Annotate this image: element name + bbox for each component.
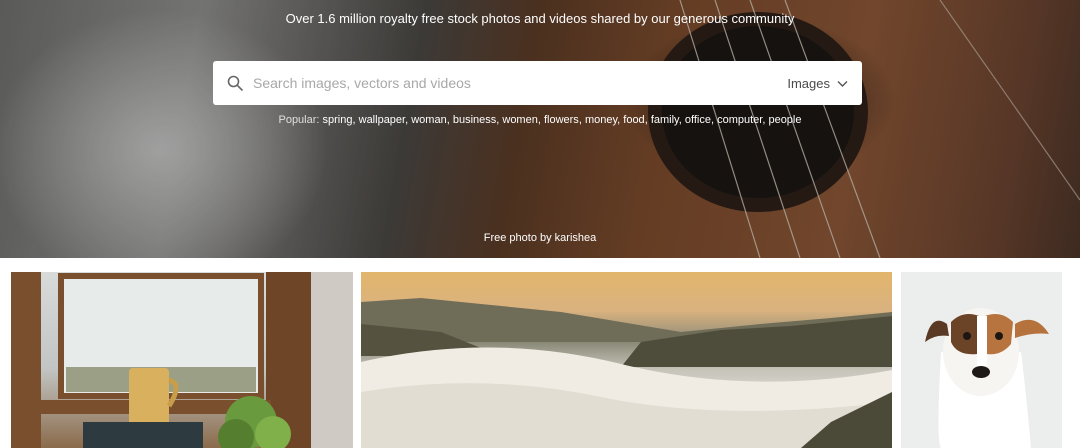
- popular-tag-wallpaper[interactable]: wallpaper: [359, 114, 405, 126]
- popular-label: Popular:: [278, 114, 320, 126]
- popular-tag-business[interactable]: business: [453, 114, 496, 126]
- misty-mountains-photo: [361, 298, 892, 448]
- popular-tag-women[interactable]: women: [502, 114, 537, 126]
- search-bar: Images: [213, 61, 862, 105]
- popular-tag-money[interactable]: money: [585, 114, 617, 126]
- search-icon[interactable]: [227, 75, 243, 91]
- media-type-dropdown[interactable]: Images: [787, 76, 848, 91]
- popular-tag-computer[interactable]: computer: [717, 114, 762, 126]
- popular-tag-food[interactable]: food: [623, 114, 644, 126]
- search-input[interactable]: [253, 75, 788, 91]
- photo-tile-dog[interactable]: [901, 272, 1062, 448]
- media-type-label: Images: [787, 75, 830, 91]
- popular-tag-office[interactable]: office: [685, 114, 711, 126]
- chevron-down-icon: [837, 80, 848, 87]
- popular-tag-people[interactable]: people: [768, 114, 801, 126]
- popular-searches: Popular: spring, wallpaper, woman, busin…: [278, 114, 802, 126]
- photo-credit[interactable]: Free photo by karishea: [0, 232, 1080, 244]
- hero-banner: Over 1.6 million royalty free stock phot…: [0, 0, 1080, 258]
- window-coffee-photo: [11, 272, 353, 448]
- popular-tag-flowers[interactable]: flowers: [544, 114, 579, 126]
- photo-tile-window-coffee[interactable]: [11, 272, 353, 448]
- popular-tag-family[interactable]: family: [651, 114, 679, 126]
- hero-tagline: Over 1.6 million royalty free stock phot…: [285, 11, 795, 26]
- popular-tag-woman[interactable]: woman: [411, 114, 446, 126]
- popular-tag-spring[interactable]: spring: [323, 114, 353, 126]
- dog-photo: [925, 308, 1049, 448]
- photo-tile-misty-mountains[interactable]: [361, 272, 892, 448]
